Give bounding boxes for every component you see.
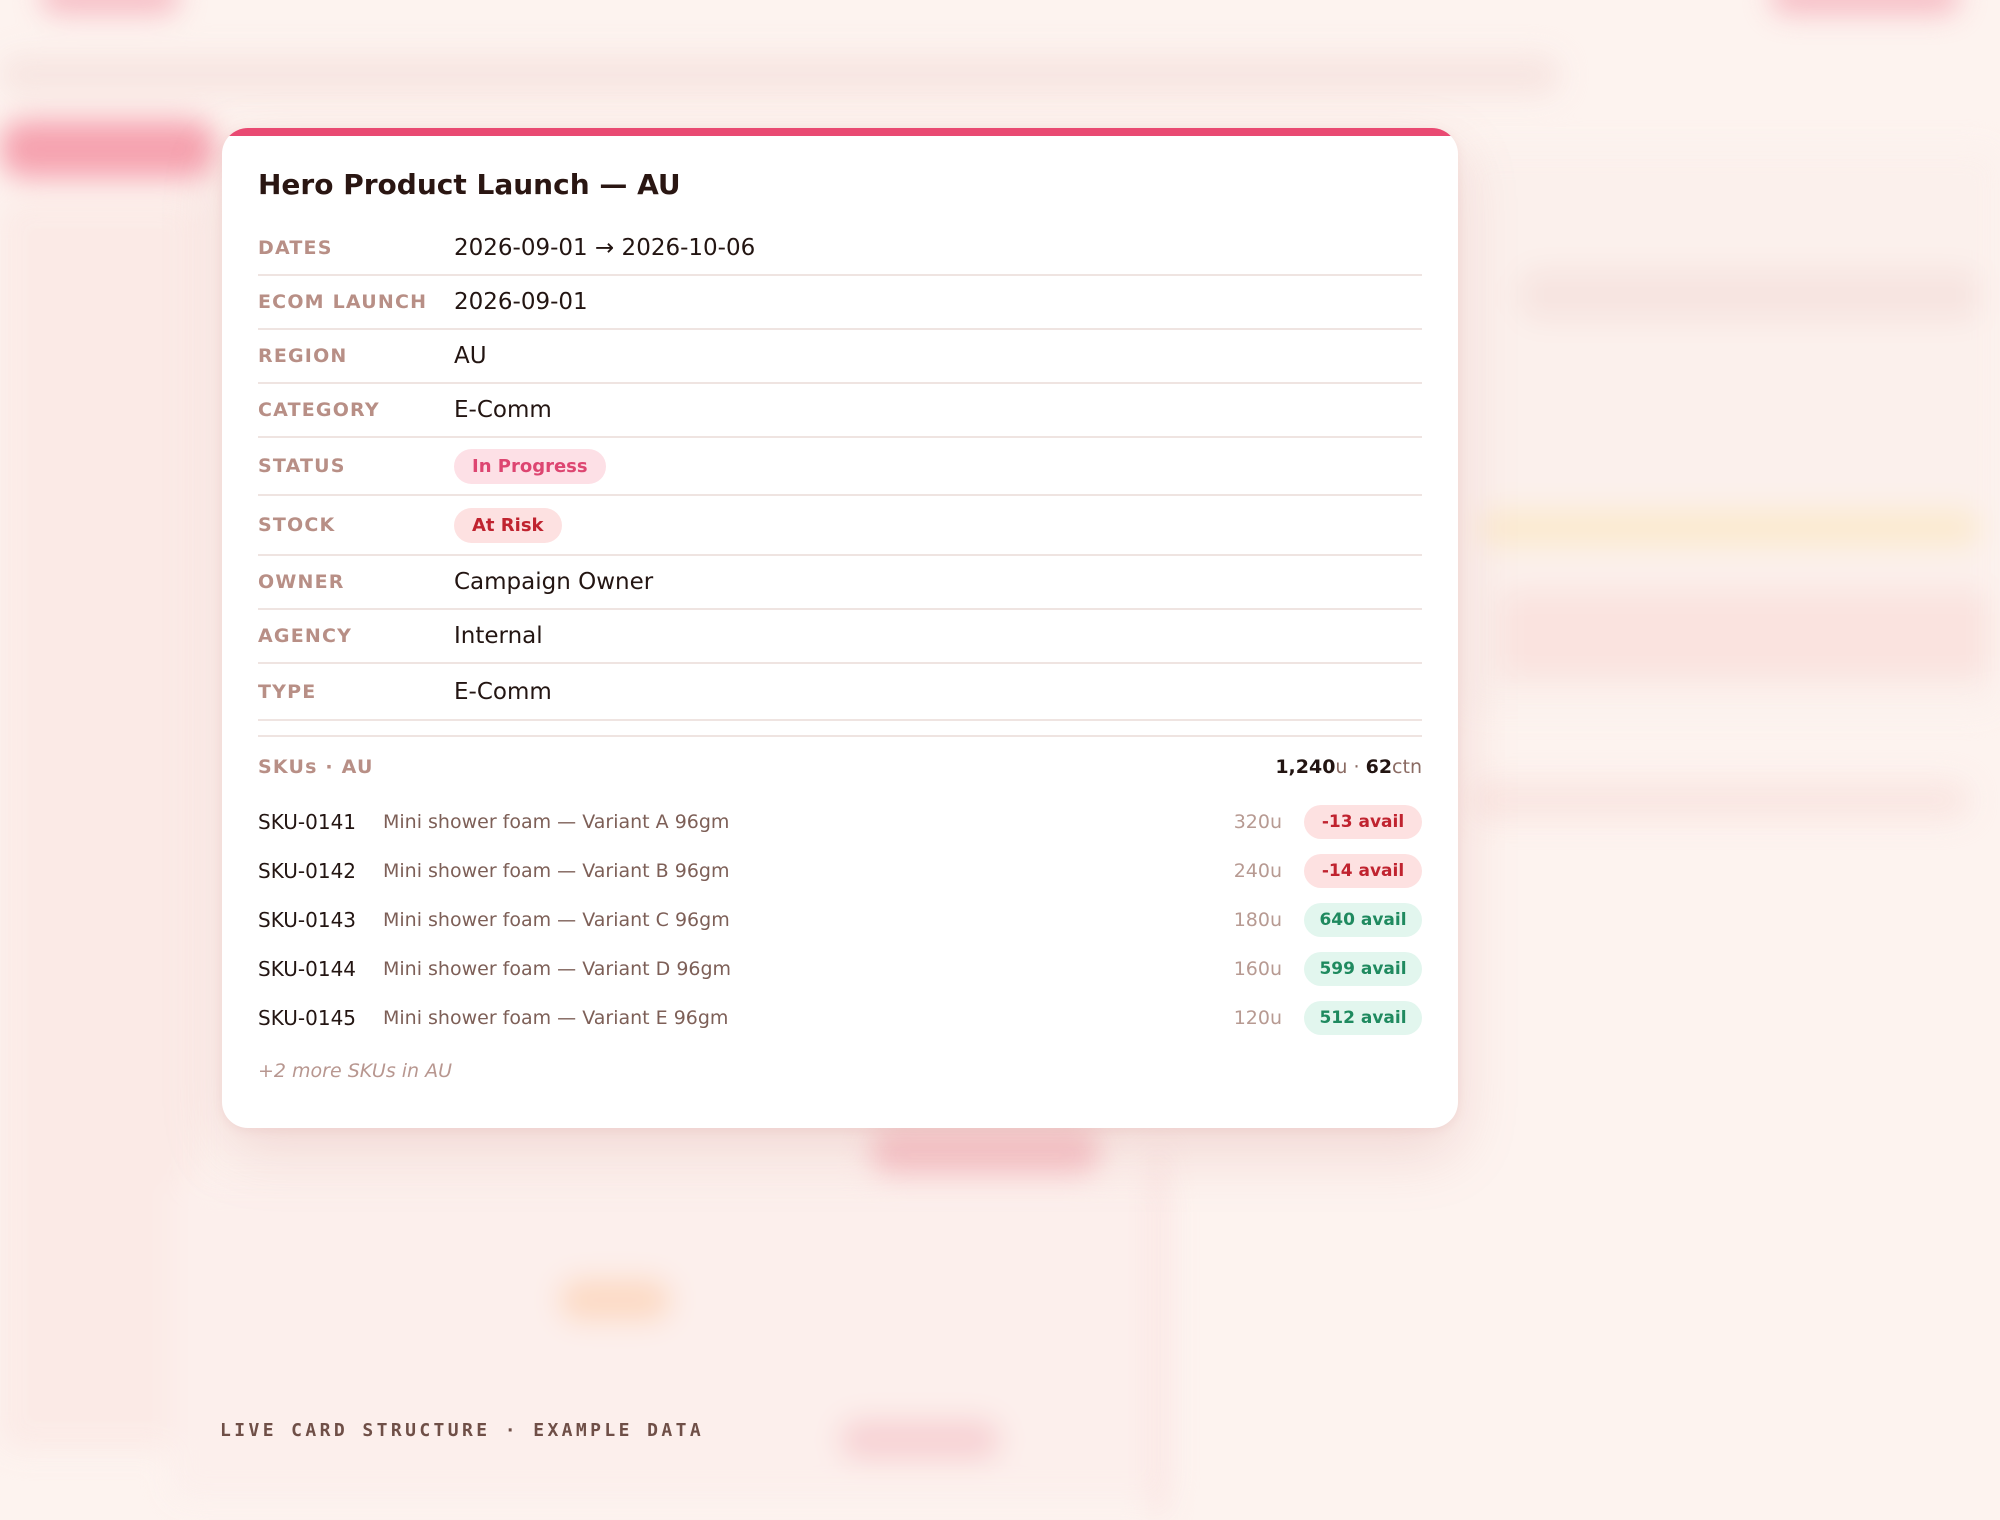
card-accent-bar (222, 128, 1458, 136)
bg-shape (1500, 590, 1990, 680)
detail-label: STATUS (258, 455, 346, 477)
detail-label: CATEGORY (258, 399, 380, 421)
detail-row-ecom-launch: ECOM LAUNCH 2026-09-01 (258, 276, 1422, 330)
sku-row: SKU-0143 Mini shower foam — Variant C 96… (258, 895, 1422, 944)
detail-label: ECOM LAUNCH (258, 291, 428, 313)
sku-avail-badge: -13 avail (1304, 804, 1422, 839)
status-badge: In Progress (454, 448, 606, 484)
sku-code: SKU-0145 (258, 1005, 357, 1030)
sku-total-cartons-suffix: ctn (1392, 756, 1422, 778)
sku-code: SKU-0141 (258, 809, 357, 834)
sku-name: Mini shower foam — Variant A 96gm (383, 810, 730, 833)
sku-units: 180u (1233, 908, 1282, 931)
details-list: DATES 2026-09-01 → 2026-10-06 ECOM LAUNC… (258, 222, 1422, 721)
sku-name: Mini shower foam — Variant B 96gm (383, 859, 730, 882)
bg-shape (170, 1180, 1170, 1500)
sku-total-units-suffix: u (1335, 756, 1348, 778)
more-skus-link[interactable]: +2 more SKUs in AU (258, 1060, 1422, 1082)
detail-row-status: STATUS In Progress (258, 438, 1422, 496)
bg-shape (1480, 510, 1980, 546)
detail-value-agency: Internal (454, 623, 543, 649)
bg-shape (560, 1280, 670, 1320)
detail-row-type: TYPE E-Comm (258, 664, 1422, 721)
sku-section-header: SKUs · AU 1,240u · 62ctn (258, 737, 1422, 797)
sku-code: SKU-0142 (258, 858, 357, 883)
bg-shape (1770, 0, 1960, 14)
sku-units: 120u (1233, 1006, 1282, 1029)
bg-shape (870, 1130, 1100, 1174)
sku-avail-badge: 640 avail (1304, 902, 1422, 937)
detail-value-stock: At Risk (454, 507, 562, 543)
detail-label: STOCK (258, 514, 336, 536)
detail-row-agency: AGENCY Internal (258, 610, 1422, 664)
detail-row-stock: STOCK At Risk (258, 496, 1422, 556)
bg-shape (1520, 270, 1980, 320)
sku-units: 160u (1233, 957, 1282, 980)
bg-shape (1470, 780, 1970, 820)
sku-row: SKU-0142 Mini shower foam — Variant B 96… (258, 846, 1422, 895)
sku-name: Mini shower foam — Variant D 96gm (383, 957, 732, 980)
detail-label: DATES (258, 237, 333, 259)
detail-label: AGENCY (258, 625, 353, 647)
sku-code: SKU-0144 (258, 956, 357, 981)
detail-label: REGION (258, 345, 348, 367)
bg-shape (840, 1420, 1000, 1460)
sku-row: SKU-0145 Mini shower foam — Variant E 96… (258, 993, 1422, 1042)
sku-totals-separator: · (1347, 756, 1366, 778)
detail-row-dates: DATES 2026-09-01 → 2026-10-06 (258, 222, 1422, 276)
sku-list: SKU-0141 Mini shower foam — Variant A 96… (258, 797, 1422, 1042)
sku-units: 240u (1233, 859, 1282, 882)
footer-caption: LIVE CARD STRUCTURE · EXAMPLE DATA (220, 1420, 705, 1441)
detail-row-category: CATEGORY E-Comm (258, 384, 1422, 438)
sku-row: SKU-0144 Mini shower foam — Variant D 96… (258, 944, 1422, 993)
sku-name: Mini shower foam — Variant C 96gm (383, 908, 730, 931)
bg-shape (0, 120, 215, 178)
detail-value-ecom-launch: 2026-09-01 (454, 289, 588, 315)
sku-code: SKU-0143 (258, 907, 357, 932)
card-title: Hero Product Launch — AU (258, 168, 681, 201)
detail-value-type: E-Comm (454, 678, 552, 705)
sku-total-units: 1,240 (1275, 756, 1336, 778)
campaign-card: Hero Product Launch — AU DATES 2026-09-0… (222, 128, 1458, 1128)
sku-total-cartons: 62 (1365, 756, 1393, 778)
detail-row-region: REGION AU (258, 330, 1422, 384)
detail-label: OWNER (258, 571, 345, 593)
sku-avail-badge: 512 avail (1304, 1000, 1422, 1035)
sku-row: SKU-0141 Mini shower foam — Variant A 96… (258, 797, 1422, 846)
sku-avail-badge: -14 avail (1304, 853, 1422, 888)
bg-shape (1460, 150, 2000, 710)
detail-value-region: AU (454, 343, 487, 369)
bg-shape (0, 200, 200, 1450)
detail-label: TYPE (258, 680, 317, 703)
bg-shape (1155, 1150, 1163, 1520)
card-content: Hero Product Launch — AU DATES 2026-09-0… (258, 166, 1422, 1082)
detail-value-status: In Progress (454, 448, 606, 484)
detail-value-category: E-Comm (454, 397, 552, 423)
sku-section-heading: SKUs · AU (258, 756, 374, 778)
detail-value-owner: Campaign Owner (454, 569, 654, 595)
sku-avail-badge: 599 avail (1304, 951, 1422, 986)
stock-badge: At Risk (454, 507, 562, 543)
sku-units: 320u (1233, 810, 1282, 833)
bg-shape (40, 0, 180, 14)
sku-name: Mini shower foam — Variant E 96gm (383, 1006, 729, 1029)
detail-value-dates: 2026-09-01 → 2026-10-06 (454, 235, 756, 261)
bg-shape (0, 55, 1560, 95)
sku-totals: 1,240u · 62ctn (1275, 756, 1422, 778)
detail-row-owner: OWNER Campaign Owner (258, 556, 1422, 610)
